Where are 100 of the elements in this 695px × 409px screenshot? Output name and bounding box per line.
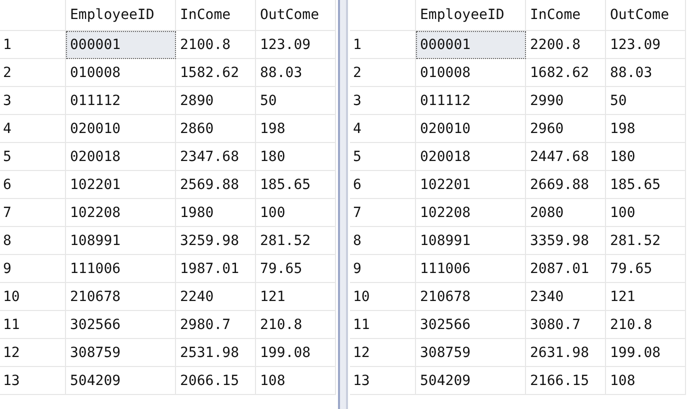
table-cell[interactable]: 50 (256, 87, 336, 115)
table-cell[interactable]: 1582.62 (176, 59, 256, 87)
table-cell[interactable]: 2980.7 (176, 311, 256, 339)
table-cell[interactable]: 123.09 (606, 31, 686, 59)
table-cell[interactable]: 1682.62 (526, 59, 606, 87)
table-cell[interactable]: 281.52 (256, 227, 336, 255)
table-cell[interactable]: 111006 (416, 255, 526, 283)
table-cell[interactable]: 50 (606, 87, 686, 115)
row-number[interactable]: 7 (350, 199, 416, 227)
table-cell[interactable]: 102208 (416, 199, 526, 227)
table-cell[interactable]: 102208 (66, 199, 176, 227)
table-cell[interactable]: 2669.88 (526, 171, 606, 199)
table-cell[interactable]: 199.08 (256, 339, 336, 367)
table-cell[interactable]: 2890 (176, 87, 256, 115)
row-number[interactable]: 6 (0, 171, 66, 199)
column-header[interactable]: OutCome (256, 0, 336, 31)
table-cell[interactable]: 121 (256, 283, 336, 311)
table-cell[interactable]: 102201 (416, 171, 526, 199)
table-cell[interactable]: 79.65 (606, 255, 686, 283)
row-number[interactable]: 10 (0, 283, 66, 311)
row-number[interactable]: 5 (350, 143, 416, 171)
table-cell[interactable]: 504209 (66, 367, 176, 395)
table-cell[interactable]: 2080 (526, 199, 606, 227)
row-number[interactable]: 8 (0, 227, 66, 255)
table-cell[interactable]: 2860 (176, 115, 256, 143)
table-cell[interactable]: 185.65 (606, 171, 686, 199)
table-cell[interactable]: 504209 (416, 367, 526, 395)
table-cell[interactable]: 88.03 (256, 59, 336, 87)
table-cell[interactable]: 108 (256, 367, 336, 395)
table-cell[interactable]: 210.8 (256, 311, 336, 339)
table-cell[interactable]: 308759 (66, 339, 176, 367)
table-cell[interactable]: 020010 (66, 115, 176, 143)
table-cell[interactable]: 210678 (416, 283, 526, 311)
table-cell[interactable]: 111006 (66, 255, 176, 283)
table-cell[interactable]: 2066.15 (176, 367, 256, 395)
row-number[interactable]: 12 (350, 339, 416, 367)
row-number[interactable]: 11 (350, 311, 416, 339)
table-cell[interactable]: 302566 (66, 311, 176, 339)
table-cell[interactable]: 2531.98 (176, 339, 256, 367)
column-header[interactable]: OutCome (606, 0, 686, 31)
table-cell[interactable]: 2960 (526, 115, 606, 143)
column-header[interactable]: InCome (526, 0, 606, 31)
row-number[interactable]: 13 (350, 367, 416, 395)
pane-splitter[interactable] (338, 0, 348, 409)
table-cell[interactable]: 3259.98 (176, 227, 256, 255)
table-cell[interactable]: 100 (606, 199, 686, 227)
table-cell[interactable]: 281.52 (606, 227, 686, 255)
table-cell[interactable]: 011112 (66, 87, 176, 115)
table-cell[interactable]: 180 (606, 143, 686, 171)
table-cell[interactable]: 102201 (66, 171, 176, 199)
table-cell[interactable]: 2240 (176, 283, 256, 311)
row-number[interactable]: 6 (350, 171, 416, 199)
table-cell[interactable]: 2631.98 (526, 339, 606, 367)
table-cell[interactable]: 010008 (66, 59, 176, 87)
row-number[interactable]: 2 (0, 59, 66, 87)
row-number[interactable]: 8 (350, 227, 416, 255)
table-cell[interactable]: 88.03 (606, 59, 686, 87)
table-cell[interactable]: 3080.7 (526, 311, 606, 339)
row-number[interactable]: 7 (0, 199, 66, 227)
table-cell[interactable]: 000001 (416, 31, 526, 59)
table-cell[interactable]: 123.09 (256, 31, 336, 59)
table-cell[interactable]: 100 (256, 199, 336, 227)
table-cell[interactable]: 2087.01 (526, 255, 606, 283)
row-number[interactable]: 4 (0, 115, 66, 143)
table-cell[interactable]: 010008 (416, 59, 526, 87)
row-number[interactable]: 3 (0, 87, 66, 115)
table-cell[interactable]: 121 (606, 283, 686, 311)
table-cell[interactable]: 2166.15 (526, 367, 606, 395)
table-cell[interactable]: 308759 (416, 339, 526, 367)
table-cell[interactable]: 3359.98 (526, 227, 606, 255)
row-number[interactable]: 9 (0, 255, 66, 283)
table-cell[interactable]: 011112 (416, 87, 526, 115)
row-number[interactable]: 5 (0, 143, 66, 171)
table-cell[interactable]: 199.08 (606, 339, 686, 367)
table-cell[interactable]: 2347.68 (176, 143, 256, 171)
table-cell[interactable]: 1987.01 (176, 255, 256, 283)
table-cell[interactable]: 108991 (66, 227, 176, 255)
column-header[interactable]: InCome (176, 0, 256, 31)
table-cell[interactable]: 302566 (416, 311, 526, 339)
table-cell[interactable]: 2447.68 (526, 143, 606, 171)
table-cell[interactable]: 2200.8 (526, 31, 606, 59)
table-cell[interactable]: 2569.88 (176, 171, 256, 199)
row-number[interactable]: 3 (350, 87, 416, 115)
table-cell[interactable]: 020018 (416, 143, 526, 171)
table-cell[interactable]: 108 (606, 367, 686, 395)
table-cell[interactable]: 020018 (66, 143, 176, 171)
table-cell[interactable]: 2990 (526, 87, 606, 115)
row-number[interactable]: 9 (350, 255, 416, 283)
table-cell[interactable]: 210678 (66, 283, 176, 311)
row-number[interactable]: 10 (350, 283, 416, 311)
row-number[interactable]: 13 (0, 367, 66, 395)
table-cell[interactable]: 020010 (416, 115, 526, 143)
table-cell[interactable]: 108991 (416, 227, 526, 255)
row-number[interactable]: 11 (0, 311, 66, 339)
table-cell[interactable]: 2340 (526, 283, 606, 311)
table-cell[interactable]: 210.8 (606, 311, 686, 339)
table-cell[interactable]: 2100.8 (176, 31, 256, 59)
table-cell[interactable]: 198 (606, 115, 686, 143)
row-number[interactable]: 12 (0, 339, 66, 367)
table-cell[interactable]: 000001 (66, 31, 176, 59)
